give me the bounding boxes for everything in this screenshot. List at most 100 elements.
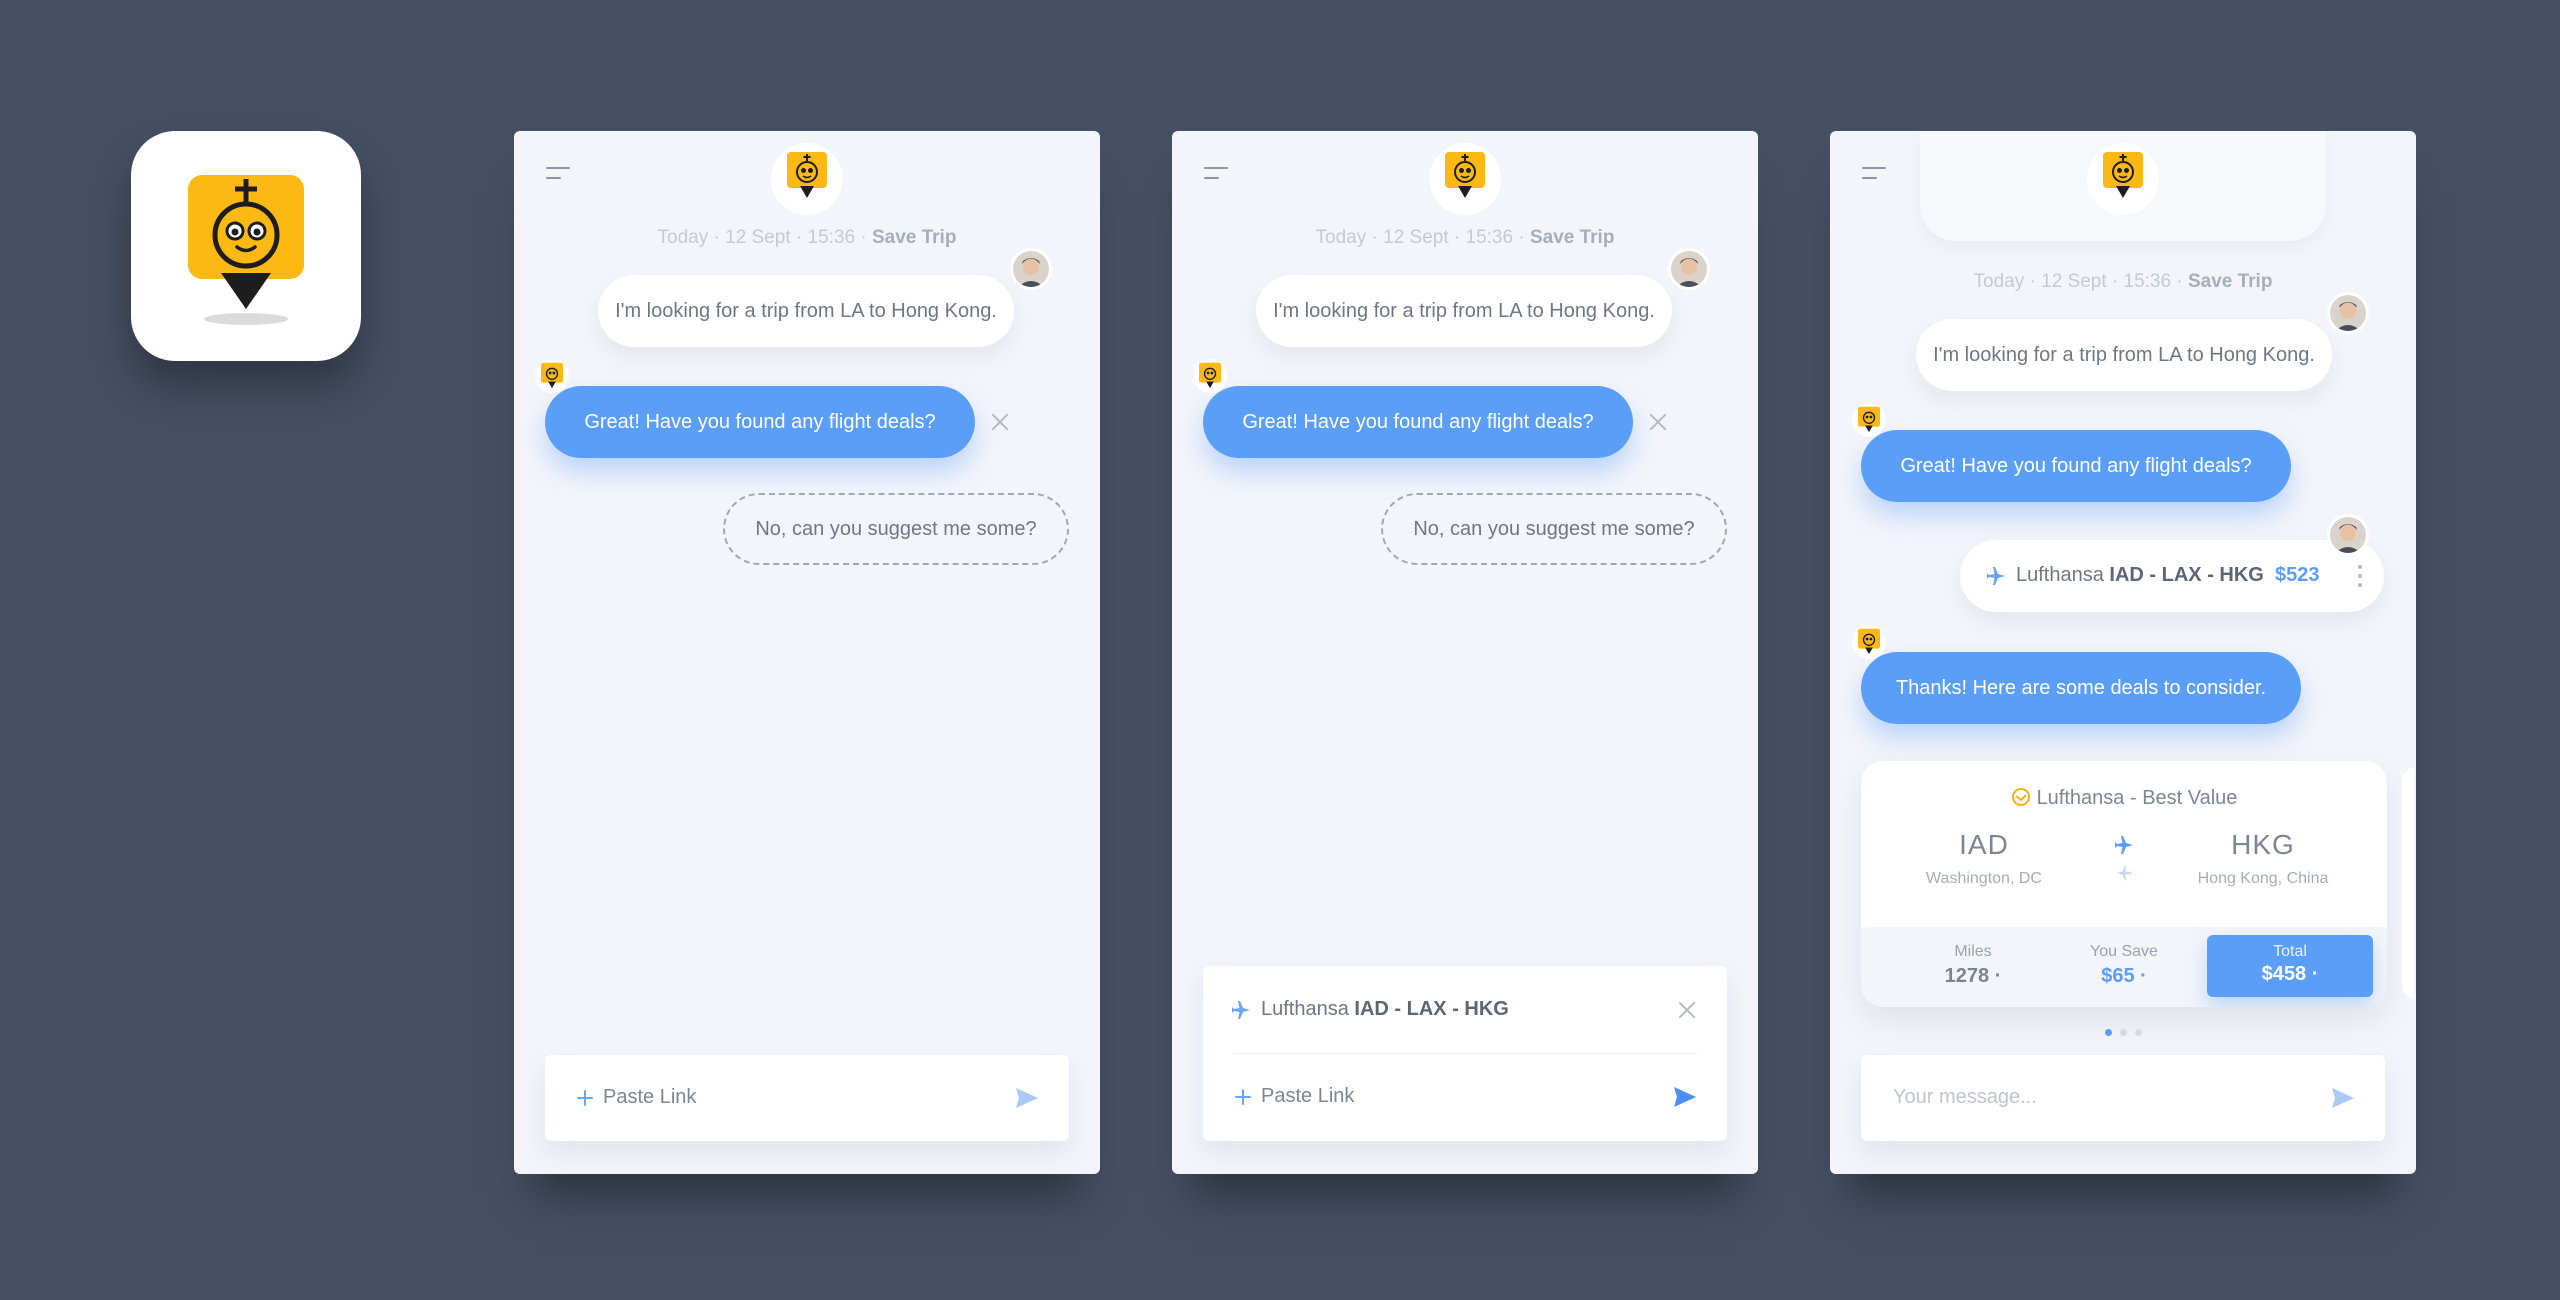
timestamp-text: Today · 12 Sept · 15:36 · [1973, 271, 2188, 292]
menu-icon[interactable] [1204, 167, 1230, 181]
plane-icon [1232, 1001, 1250, 1019]
send-icon[interactable] [2331, 1087, 2355, 1109]
robot-logo-icon [2103, 152, 2143, 198]
plus-icon[interactable] [577, 1090, 593, 1106]
robot-logo-icon [541, 362, 563, 389]
carousel-dot[interactable] [2119, 1029, 2127, 1036]
user-avatar [2330, 517, 2366, 553]
savings-value-text: $65 [2101, 965, 2135, 987]
bot-message: Great! Have you found any flight deals? [1203, 386, 1633, 458]
send-icon[interactable] [1673, 1086, 1697, 1108]
bot-logo [1429, 143, 1501, 215]
origin-city: Washington, DC [1926, 870, 2042, 887]
dismiss-icon[interactable] [990, 412, 1010, 432]
bot-message: Great! Have you found any flight deals? [1861, 430, 2291, 502]
savings-label: You Save [2090, 943, 2158, 960]
plane-return-icon [2116, 865, 2132, 881]
timestamp-text: Today · 12 Sept · 15:36 · [1315, 227, 1530, 248]
robot-logo-icon [787, 152, 827, 198]
paste-link-row[interactable]: Paste Link [545, 1055, 1069, 1141]
chat-screen-3: Today · 12 Sept · 15:36 · Save Trip I'm … [1830, 131, 2416, 1174]
message-placeholder[interactable]: Your message... [1893, 1086, 2037, 1109]
bot-message-2: Thanks! Here are some deals to consider. [1861, 652, 2301, 724]
total-button[interactable]: Total $458 · [2207, 935, 2373, 997]
user-avatar-icon [2330, 517, 2366, 553]
link-preview-text: Lufthansa IAD - LAX - HKG [1261, 998, 1509, 1021]
airline-name: Lufthansa [1261, 998, 1349, 1020]
savings-stat: You Save $65 · [2049, 943, 2199, 988]
timestamp: Today · 12 Sept · 15:36 · Save Trip [514, 227, 1100, 249]
plane-icon [2115, 836, 2133, 854]
more-options-icon[interactable] [2358, 565, 2362, 587]
chat-screen-2: Today · 12 Sept · 15:36 · Save Trip I'm … [1172, 131, 1758, 1174]
bot-logo [2087, 143, 2159, 215]
deal-card[interactable]: Lufthansa - Best Value IAD Washington, D… [1861, 761, 2387, 1007]
carousel-dot[interactable] [2104, 1029, 2112, 1036]
destination-city: Hong Kong, China [2197, 870, 2329, 887]
plane-icon [1987, 567, 2005, 585]
chat-screen-1: Today · 12 Sept · 15:36 · Save Trip I'm … [514, 131, 1100, 1174]
remove-link-icon[interactable] [1677, 1000, 1697, 1020]
user-avatar [1013, 251, 1049, 287]
user-message: I'm looking for a trip from LA to Hong K… [1916, 319, 2332, 391]
deal-title-text: Lufthansa - Best Value [2036, 787, 2238, 809]
bot-logo [771, 143, 843, 215]
robot-logo-icon [188, 175, 304, 325]
carousel-dot[interactable] [2134, 1029, 2142, 1036]
composer: Your message... [1861, 1055, 2385, 1141]
miles-value: 1278 · [1944, 965, 2002, 987]
composer: Lufthansa IAD - LAX - HKG Paste Link [1203, 966, 1727, 1141]
bot-avatar [1852, 625, 1886, 659]
timestamp: Today · 12 Sept · 15:36 · Save Trip [1172, 227, 1758, 249]
deal-stats: Miles 1278 · You Save $65 · Total $458 · [1861, 927, 2387, 1007]
airline-name: Lufthansa [2016, 564, 2104, 586]
send-icon[interactable] [1015, 1087, 1039, 1109]
route-text: IAD - LAX - HKG [2109, 564, 2264, 586]
save-trip-link[interactable]: Save Trip [1530, 227, 1615, 248]
save-trip-link[interactable]: Save Trip [872, 227, 957, 248]
miles-value-text: 1278 [1944, 965, 1990, 987]
destination-code: HKG [2231, 829, 2295, 860]
user-avatar-icon [1013, 251, 1049, 287]
app-icon [131, 131, 361, 361]
robot-logo-icon [1858, 406, 1880, 433]
total-value-text: $458 [2261, 963, 2307, 985]
paste-link-label[interactable]: Paste Link [603, 1086, 696, 1109]
savings-value: $65 · [2101, 965, 2147, 987]
suggestion-button[interactable]: No, can you suggest me some? [1381, 493, 1727, 565]
robot-logo-icon [1199, 362, 1221, 389]
total-label: Total [2273, 943, 2307, 960]
paste-link-label[interactable]: Paste Link [1261, 1085, 1354, 1108]
plus-icon[interactable] [1235, 1089, 1251, 1105]
dismiss-icon[interactable] [1648, 412, 1668, 432]
suggestion-button[interactable]: No, can you suggest me some? [723, 493, 1069, 565]
bot-avatar [535, 359, 569, 393]
carousel-dots [1830, 1023, 2416, 1041]
user-message: I'm looking for a trip from LA to Hong K… [1256, 275, 1672, 347]
timestamp-text: Today · 12 Sept · 15:36 · [657, 227, 872, 248]
origin-code: IAD [1959, 829, 2009, 860]
miles-stat: Miles 1278 · [1898, 943, 2048, 988]
next-deal-card[interactable] [2402, 768, 2414, 998]
lufthansa-logo-icon [2011, 788, 2030, 806]
link-preview: Lufthansa IAD - LAX - HKG [1203, 966, 1727, 1054]
deal-title: Lufthansa - Best Value [1861, 787, 2387, 810]
flight-link-message[interactable]: Lufthansa IAD - LAX - HKG $523 [1960, 540, 2384, 612]
miles-label: Miles [1954, 943, 1992, 960]
user-avatar-icon [1671, 251, 1707, 287]
save-trip-link[interactable]: Save Trip [2188, 271, 2273, 292]
timestamp: Today · 12 Sept · 15:36 · Save Trip [1830, 271, 2416, 293]
user-avatar [1671, 251, 1707, 287]
message-input[interactable]: Your message... [1861, 1055, 2385, 1141]
user-message: I'm looking for a trip from LA to Hong K… [598, 275, 1014, 347]
route-text: IAD - LAX - HKG [1354, 998, 1509, 1020]
composer: Paste Link [545, 1055, 1069, 1141]
paste-link-row[interactable]: Paste Link [1203, 1054, 1727, 1140]
menu-icon[interactable] [1862, 167, 1888, 181]
bot-avatar [1852, 403, 1886, 437]
menu-icon[interactable] [546, 167, 572, 181]
bot-avatar [1193, 359, 1227, 393]
user-avatar-icon [2330, 295, 2366, 331]
robot-logo-icon [1445, 152, 1485, 198]
flight-link-text: Lufthansa IAD - LAX - HKG $523 [2016, 564, 2319, 587]
